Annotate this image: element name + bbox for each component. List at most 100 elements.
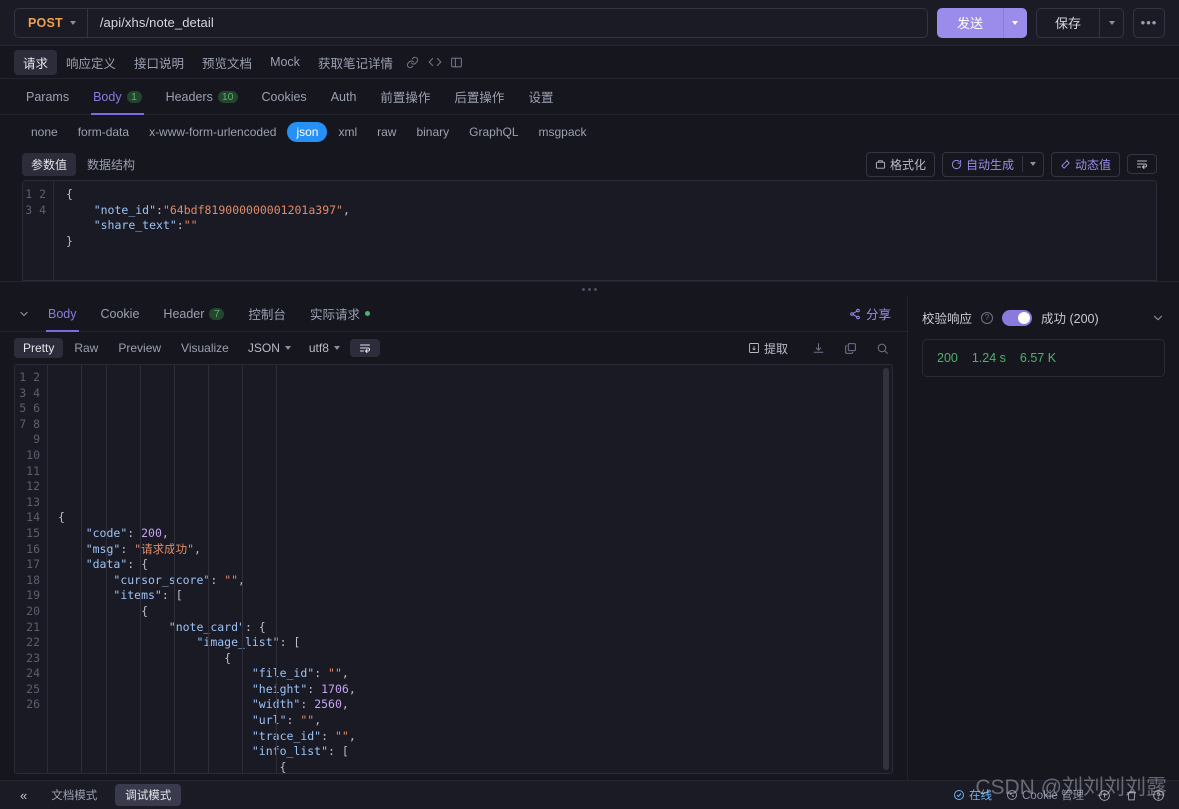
doc-tab-mock[interactable]: Mock: [261, 52, 309, 72]
send-dropdown-button[interactable]: [1002, 7, 1027, 38]
param-subtabs: 参数值 数据结构: [22, 152, 144, 176]
doc-tab-api-desc[interactable]: 接口说明: [125, 50, 193, 75]
format-select[interactable]: JSON: [240, 338, 299, 358]
encoding-select[interactable]: utf8: [301, 338, 348, 358]
tab-body[interactable]: Body 1: [81, 79, 154, 115]
tab-settings[interactable]: 设置: [516, 79, 565, 114]
view-tab-raw[interactable]: Raw: [65, 338, 107, 358]
auto-generate-label: 自动生成: [965, 157, 1014, 172]
code-line: "share_text":"": [93, 218, 198, 232]
body-type-json[interactable]: json: [287, 121, 328, 142]
view-tab-visualize[interactable]: Visualize: [172, 338, 238, 358]
share-button[interactable]: 分享: [849, 296, 895, 331]
code-line: "image_list": [: [196, 635, 301, 650]
doc-tab-request[interactable]: 请求: [14, 49, 58, 75]
response-tab-actual-request[interactable]: 实际请求: [298, 296, 382, 331]
tab-badge: 1: [126, 90, 142, 103]
code-icon[interactable]: [424, 51, 446, 73]
body-type-form-data[interactable]: form-data: [69, 122, 138, 142]
online-status[interactable]: 在线: [953, 787, 992, 803]
url-input[interactable]: /api/xhs/note_detail: [88, 15, 927, 30]
more-options-button[interactable]: •••: [1133, 7, 1165, 38]
mode-doc[interactable]: 文档模式: [41, 784, 107, 806]
tab-cookies[interactable]: Cookies: [250, 79, 319, 114]
wrap-icon: [1136, 158, 1148, 170]
code-line: "info_list": [: [251, 744, 349, 759]
doc-tab-note-detail[interactable]: 获取笔记详情: [309, 50, 402, 75]
body-type-msgpack[interactable]: msgpack: [530, 122, 596, 142]
wrap-lines-button[interactable]: [1127, 154, 1157, 174]
extract-label: 提取: [763, 341, 788, 356]
response-body-editor[interactable]: 1 2 3 4 5 6 7 8 9 10 11 12 13 14 15 16 1…: [14, 364, 893, 774]
panel-splitter[interactable]: [0, 281, 1179, 296]
wrap-lines-toggle[interactable]: [349, 339, 380, 357]
mode-debug[interactable]: 调试模式: [115, 784, 182, 806]
upload-icon[interactable]: [1098, 789, 1111, 802]
body-type-graphql[interactable]: GraphQL: [460, 122, 527, 142]
panel-icon[interactable]: [446, 51, 468, 73]
view-tab-preview[interactable]: Preview: [109, 338, 170, 358]
response-code[interactable]: { "code": 200, "msg": "请求成功", "data": { …: [47, 365, 892, 773]
copy-icon[interactable]: [839, 337, 861, 359]
request-body-editor[interactable]: 1 2 3 4 { "note_id":"64bdf81900000000120…: [22, 180, 1157, 281]
chevron-down-icon[interactable]: [1151, 311, 1165, 325]
code-line: {: [66, 187, 73, 201]
code-line: "items": [: [113, 588, 183, 603]
body-type-xml[interactable]: xml: [329, 122, 366, 142]
search-icon[interactable]: [871, 337, 893, 359]
response-tab-cookie[interactable]: Cookie: [89, 296, 152, 331]
stat-time: 1.24 s: [971, 351, 1006, 365]
dynamic-value-button[interactable]: 动态值: [1050, 151, 1120, 177]
tab-label: Headers: [165, 89, 213, 104]
send-button[interactable]: 发送: [937, 8, 1003, 38]
save-button-group[interactable]: 保存: [1035, 7, 1124, 38]
tab-pre-operation[interactable]: 前置操作: [368, 79, 442, 114]
response-scrollbar[interactable]: [882, 366, 891, 772]
view-tab-pretty[interactable]: Pretty: [14, 338, 64, 358]
verify-label: 校验响应: [922, 312, 973, 326]
save-dropdown-button[interactable]: [1099, 8, 1123, 37]
auto-generate-button[interactable]: 自动生成: [943, 153, 1022, 176]
response-tab-console[interactable]: 控制台: [236, 296, 298, 331]
download-icon[interactable]: [807, 337, 829, 359]
format-select-value: JSON: [247, 341, 280, 355]
response-tabs: Body Cookie Header 7 控制台 实际请求 分享: [0, 296, 907, 332]
request-code[interactable]: { "note_id":"64bdf819000000001201a397", …: [53, 181, 1156, 280]
body-type-binary[interactable]: binary: [407, 122, 458, 142]
method-selector[interactable]: POST: [15, 8, 88, 37]
tab-auth[interactable]: Auth: [319, 79, 369, 114]
response-tab-body[interactable]: Body: [36, 296, 89, 332]
body-type-none[interactable]: none: [22, 122, 67, 142]
help-icon[interactable]: ?: [981, 311, 994, 324]
request-tabs: Params Body 1 Headers 10 Cookies Auth 前置…: [0, 79, 1179, 115]
collapse-sidebar-icon[interactable]: «: [14, 788, 33, 803]
auto-generate-group[interactable]: 自动生成: [941, 151, 1044, 177]
subtab-param-value[interactable]: 参数值: [22, 152, 77, 176]
verify-toggle[interactable]: [1002, 309, 1033, 326]
format-button[interactable]: 格式化: [865, 151, 935, 177]
tab-headers[interactable]: Headers 10: [154, 79, 250, 114]
extract-button[interactable]: 提取: [739, 336, 797, 361]
share-label: 分享: [865, 308, 891, 322]
tab-label: Params: [26, 89, 70, 104]
editor-actions: 格式化 自动生成 动态值: [865, 151, 1157, 177]
wand-icon: [1060, 158, 1071, 170]
response-tab-header[interactable]: Header 7: [151, 296, 236, 331]
body-type-raw[interactable]: raw: [368, 122, 405, 142]
cookie-manager[interactable]: Cookie 管理: [1006, 787, 1084, 803]
subtab-data-structure[interactable]: 数据结构: [78, 153, 144, 176]
help-circle-icon[interactable]: [1152, 789, 1165, 802]
link-icon[interactable]: [402, 51, 424, 73]
trash-icon[interactable]: [1125, 789, 1138, 802]
auto-generate-dropdown[interactable]: [1023, 162, 1043, 166]
doc-tab-preview-doc[interactable]: 预览文档: [193, 50, 261, 75]
send-button-group[interactable]: 发送: [936, 7, 1027, 38]
refresh-icon: [951, 159, 962, 170]
tab-post-operation[interactable]: 后置操作: [442, 79, 516, 114]
doc-tab-response-def[interactable]: 响应定义: [57, 50, 125, 75]
collapse-response-button[interactable]: [12, 296, 36, 331]
save-button[interactable]: 保存: [1037, 9, 1099, 37]
tab-label: 设置: [528, 91, 554, 105]
body-type-urlencoded[interactable]: x-www-form-urlencoded: [140, 122, 285, 142]
tab-params[interactable]: Params: [14, 79, 81, 114]
